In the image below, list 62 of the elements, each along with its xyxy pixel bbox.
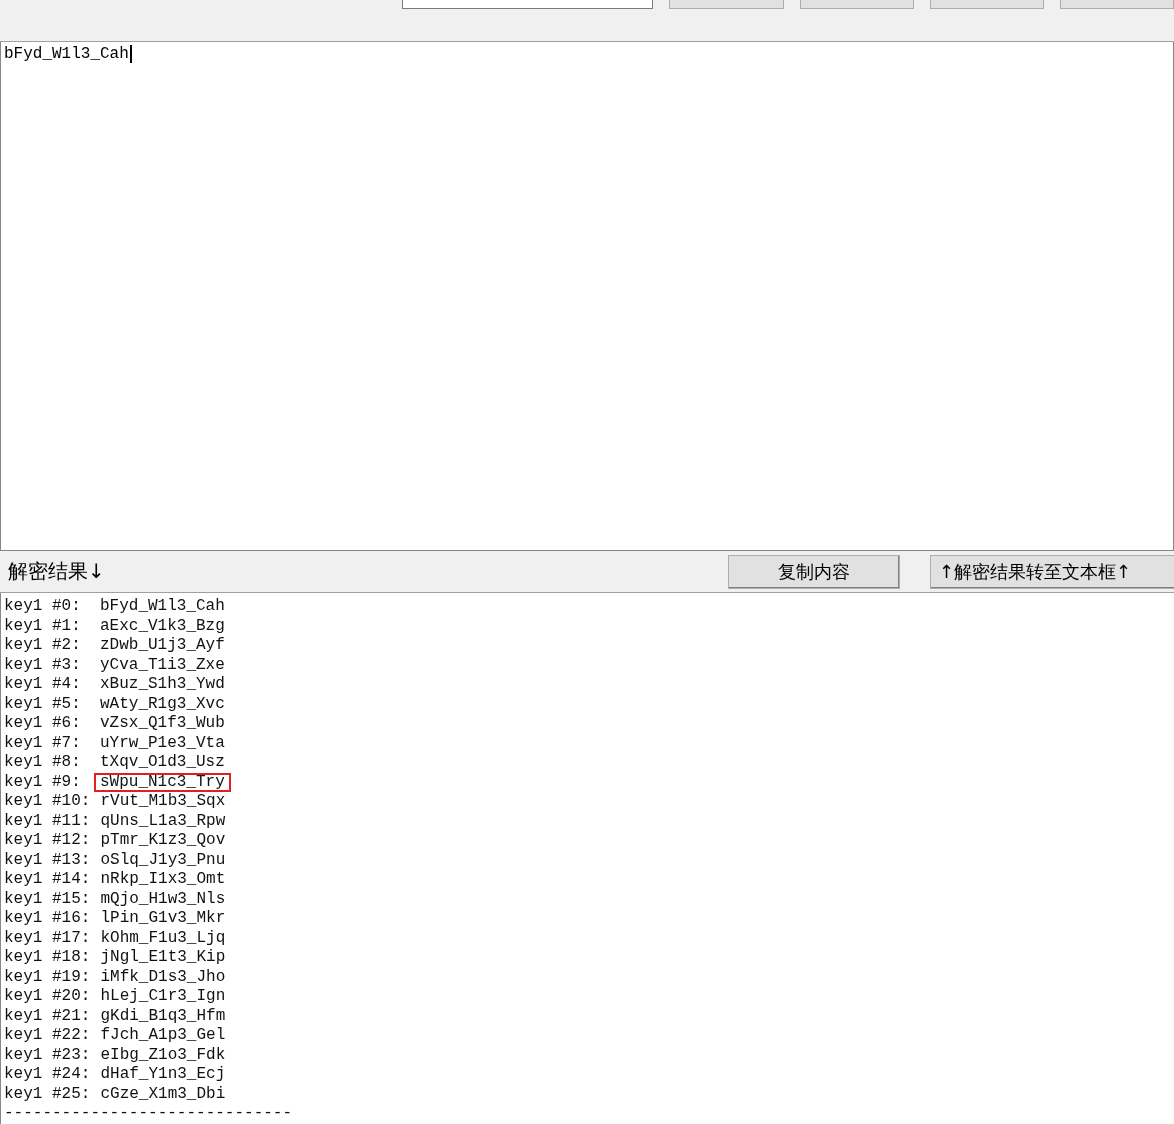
result-value: jNgl_E1t3_Kip <box>99 948 227 968</box>
text-input-area[interactable]: bFyd_W1l3_Cah <box>0 42 1174 551</box>
result-value: hLej_C1r3_Ign <box>99 987 227 1007</box>
result-key: key1 #8: <box>4 753 90 773</box>
result-value: xBuz_S1h3_Ywd <box>99 675 226 695</box>
result-key: key1 #15: <box>4 889 91 909</box>
result-value: vZsx_Q1f3_Wub <box>99 714 226 734</box>
result-value: yCva_T1i3_Zxe <box>99 655 226 675</box>
result-key: key1 #21: <box>4 1006 91 1026</box>
result-key: key1 #17: <box>4 928 91 948</box>
result-value: aExc_V1k3_Bzg <box>99 616 226 636</box>
copy-button[interactable]: 复制内容 <box>728 554 900 589</box>
separator-line: ------------------------------ <box>4 1104 294 1124</box>
result-key: key1 #19: <box>4 967 91 987</box>
highlighted-result-value: sWpu_N1c3_Try <box>94 772 231 792</box>
toolbar-button[interactable] <box>1059 0 1174 9</box>
result-key: key1 #9: <box>4 772 90 792</box>
result-key: key1 #7: <box>4 733 90 753</box>
result-key: key1 #24: <box>4 1065 91 1085</box>
toolbar-button[interactable] <box>929 0 1044 9</box>
result-value: dHaf_Y1n3_Ecj <box>99 1065 227 1085</box>
result-value: pTmr_K1z3_Qov <box>99 831 227 851</box>
result-value: oSlq_J1y3_Pnu <box>99 850 227 870</box>
result-value: mQjo_H1w3_Nls <box>99 889 227 909</box>
parameter-field[interactable] <box>402 0 654 9</box>
result-value: bFyd_W1l3_Cah <box>99 597 226 617</box>
result-label: 解密结果↓ <box>8 558 106 585</box>
result-key: key1 #2: <box>4 636 90 656</box>
result-key: key1 #5: <box>4 694 90 714</box>
toolbar-button[interactable] <box>669 0 784 9</box>
result-key: key1 #1: <box>4 616 90 636</box>
result-key: key1 #25: <box>4 1084 91 1104</box>
result-value: rVut_M1b3_Sqx <box>99 792 227 812</box>
result-key: key1 #3: <box>4 655 90 675</box>
move-to-textbox-button[interactable]: ↑解密结果转至文本框↑ <box>930 554 1174 589</box>
result-value: iMfk_D1s3_Jho <box>99 967 227 987</box>
result-key: key1 #4: <box>4 675 90 695</box>
toolbar-button[interactable] <box>799 0 914 9</box>
result-value: zDwb_U1j3_Ayf <box>99 636 226 656</box>
result-key: key1 #10: <box>4 792 91 812</box>
result-value: uYrw_P1e3_Vta <box>99 733 226 753</box>
result-value: cGze_X1m3_Dbi <box>99 1084 227 1104</box>
result-value: gKdi_B1q3_Hfm <box>99 1006 227 1026</box>
result-value: eIbg_Z1o3_Fdk <box>99 1045 227 1065</box>
result-key: key1 #16: <box>4 909 91 929</box>
result-key: key1 #23: <box>4 1045 91 1065</box>
result-key: key1 #11: <box>4 811 91 831</box>
result-key: key1 #13: <box>4 850 91 870</box>
result-key: key1 #12: <box>4 831 91 851</box>
result-value: tXqv_O1d3_Usz <box>99 753 226 773</box>
result-value: kOhm_F1u3_Ljq <box>99 928 227 948</box>
result-value: nRkp_I1x3_Omt <box>99 870 227 890</box>
result-value: lPin_G1v3_Mkr <box>99 909 227 929</box>
result-key: key1 #6: <box>4 714 90 734</box>
result-value: fJch_A1p3_Gel <box>99 1026 227 1046</box>
result-key: key1 #14: <box>4 870 91 890</box>
result-value: qUns_L1a3_Rpw <box>99 811 227 831</box>
result-key: key1 #0: <box>4 597 90 617</box>
result-key: key1 #20: <box>4 987 91 1007</box>
result-value: wAty_R1g3_Xvc <box>99 694 226 714</box>
result-key: key1 #22: <box>4 1026 91 1046</box>
result-key: key1 #18: <box>4 948 91 968</box>
